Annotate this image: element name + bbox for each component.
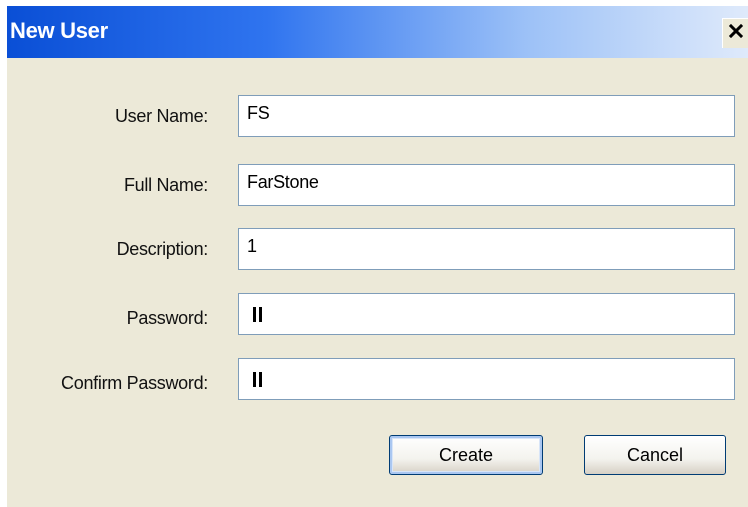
password-mask-char [259, 306, 262, 322]
title-bar[interactable]: New User [7, 6, 748, 58]
create-button-label: Create [438, 444, 494, 465]
password-mask [247, 294, 734, 334]
password-field[interactable] [238, 293, 735, 335]
fullname-label: Full Name: [123, 175, 208, 195]
confirm-password-label: Confirm Password: [61, 373, 208, 393]
description-field[interactable]: 1 [238, 228, 735, 270]
description-value: 1 [247, 236, 257, 256]
cancel-button[interactable]: Cancel [584, 435, 726, 475]
confirm-password-mask [247, 359, 734, 399]
description-label: Description: [116, 239, 209, 259]
confirm-password-mask-char [253, 371, 256, 387]
window-title: New User [10, 18, 108, 43]
close-icon [728, 23, 743, 43]
confirm-password-mask-char [259, 371, 262, 387]
fullname-field[interactable]: FarStone [238, 164, 735, 206]
username-value: FS [247, 103, 270, 123]
close-button[interactable] [722, 18, 748, 48]
new-user-dialog: New User User Name: FS Full Name: FarSto… [7, 6, 748, 507]
password-mask-char [253, 306, 256, 322]
cancel-button-label: Cancel [626, 444, 684, 465]
create-button[interactable]: Create [389, 435, 543, 475]
fullname-value: FarStone [247, 172, 319, 192]
password-label: Password: [126, 308, 209, 328]
username-field[interactable]: FS [238, 95, 735, 137]
username-label: User Name: [114, 106, 208, 126]
confirm-password-field[interactable] [238, 358, 735, 400]
